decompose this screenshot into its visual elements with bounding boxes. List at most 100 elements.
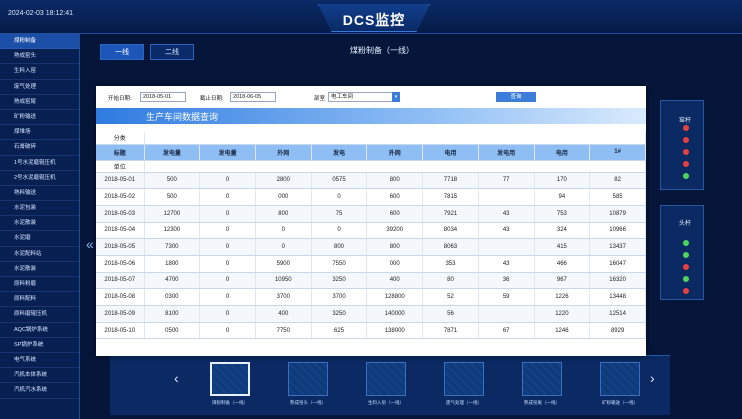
sidebar-item[interactable]: 1号水泥磨辊压机 (0, 156, 79, 171)
sidebar-item[interactable]: 原料粉磨 (0, 277, 79, 293)
table-cell: 000 (255, 188, 312, 206)
table-cell: 600 (366, 205, 424, 223)
sidebar-item[interactable]: 煤粉制备 (0, 34, 79, 50)
table-row: 2018-05-03 12700 0 800 75 600 7921 43 753 10879 (96, 205, 646, 223)
sidebar-item[interactable]: 汽机本体系统 (0, 368, 79, 384)
chevron-down-icon[interactable]: ▾ (392, 92, 400, 102)
sidebar-item[interactable]: 生料入窑 (0, 64, 79, 80)
table-cell: 0 (199, 222, 256, 240)
table-cell: 80 (422, 272, 479, 290)
end-date-input[interactable]: 2018-06-05 (230, 92, 276, 102)
table-cell: 8929 (589, 322, 646, 340)
sidebar-item[interactable]: 石膏破碎 (0, 140, 79, 156)
table-cell: 36 (478, 272, 535, 290)
table-cell: 3250 (311, 272, 368, 290)
table-cell: 7750 (255, 322, 312, 340)
table-cell: 1220 (534, 305, 591, 323)
table-cell: 000 (366, 255, 424, 273)
end-date-label: 截止日期: (200, 96, 224, 102)
table-cell: 0 (255, 222, 312, 240)
carousel-thumbnail[interactable] (366, 362, 406, 396)
category-row: 分类 (96, 132, 646, 145)
sidebar-item[interactable]: AQC锅炉系统 (0, 323, 79, 338)
table-row: 2018-05-06 1800 0 5900 7550 000 353 43 466 16047 (96, 255, 646, 273)
query-button[interactable]: 查询 (496, 92, 536, 102)
table-cell: 67 (478, 322, 535, 340)
table-cell: 7550 (311, 255, 368, 273)
sidebar-item[interactable]: 熟成窑头 (0, 49, 79, 65)
sidebar-item[interactable]: 电气系统 (0, 353, 79, 369)
table-cell: 7300 (144, 238, 201, 256)
table-cell: 0300 (144, 288, 201, 306)
table-cell: 16047 (589, 255, 646, 273)
sidebar-item[interactable]: 废气处理 (0, 80, 79, 95)
table-row: 2018-05-01 500 0 2800 0575 800 7718 77 170 82 (96, 172, 646, 190)
chevron-left-icon[interactable]: ‹ (174, 370, 179, 386)
table-cell: 400 (366, 272, 424, 290)
table-cell: 967 (534, 272, 591, 290)
tab-line-2[interactable]: 二线 (150, 44, 194, 60)
carousel-thumbnail[interactable] (288, 362, 328, 396)
carousel-thumbnail[interactable] (522, 362, 562, 396)
date-cell: 2018-05-10 (96, 322, 145, 340)
table-cell: 59 (478, 288, 535, 306)
start-date-input[interactable]: 2018-05-01 (140, 92, 186, 102)
column-header: 发电量 (144, 144, 201, 161)
panel-label: 头杆 (679, 221, 692, 227)
table-cell: 10966 (589, 222, 646, 240)
status-light (683, 137, 689, 143)
sidebar-item[interactable]: 熟成窑尾 (0, 95, 79, 110)
carousel-thumbnail[interactable] (210, 362, 250, 396)
table-cell: 56 (422, 305, 479, 323)
chevron-left-double-icon[interactable]: « (86, 236, 94, 252)
sidebar-item[interactable]: 水泥散装 (0, 262, 79, 277)
sidebar-item[interactable]: 水泥包装 (0, 201, 79, 217)
table-cell (478, 238, 535, 256)
table-cell: 13437 (589, 238, 646, 256)
sidebar-item[interactable]: 矿粉输送 (0, 110, 79, 126)
status-light (683, 161, 689, 167)
table-cell: 0 (199, 188, 256, 206)
table-cell: 400 (255, 305, 312, 323)
table-cell: 52 (422, 288, 479, 306)
department-select[interactable]: 电工车间 (328, 92, 396, 102)
carousel-thumbnail[interactable] (444, 362, 484, 396)
sidebar-item[interactable]: SP锅炉系统 (0, 338, 79, 353)
date-cell: 2018-05-03 (96, 205, 145, 223)
table-cell: 4700 (144, 272, 201, 290)
sidebar-item[interactable]: 水泥配料站 (0, 247, 79, 262)
chevron-right-icon[interactable]: › (650, 370, 655, 386)
table-cell: 324 (534, 222, 591, 240)
status-light (683, 276, 689, 282)
sidebar-item[interactable]: 煤堆场 (0, 125, 79, 141)
table-cell: 77 (478, 172, 535, 190)
sidebar-item[interactable]: 汽机汽水系统 (0, 383, 79, 399)
carousel-thumbnail[interactable] (600, 362, 640, 396)
table-cell: 3700 (255, 288, 312, 306)
status-light (683, 264, 689, 270)
status-light (683, 173, 689, 179)
sidebar-item[interactable]: 水泥散装 (0, 216, 79, 232)
table-cell: 800 (255, 205, 312, 223)
column-header: 发电 (311, 144, 368, 161)
sidebar-item[interactable]: 2号水泥磨辊压机 (0, 171, 79, 186)
column-header: 发电用 (478, 144, 535, 161)
table-cell: 353 (422, 255, 479, 273)
table-row: 2018-05-08 0300 0 3700 3700 128800 52 59 1226 134… (96, 288, 646, 306)
tab-line-1[interactable]: 一线 (100, 44, 144, 60)
table-row: 2018-05-07 4700 0 10950 3250 400 80 36 967 16320 (96, 272, 646, 290)
table-cell: 0 (199, 305, 256, 323)
table-cell: 138000 (366, 322, 424, 340)
date-cell: 2018-05-05 (96, 238, 145, 256)
table-cell: 8100 (144, 305, 201, 323)
sidebar-item[interactable]: 水泥磨 (0, 231, 79, 247)
sidebar-item[interactable]: 原料磨辊压机 (0, 307, 79, 323)
sidebar-item[interactable]: 熟料输送 (0, 186, 79, 202)
start-date-label: 开始日期: (108, 96, 132, 102)
column-header: 外网 (255, 144, 312, 161)
top-bar: 2024-02-03 18:12:41 DCS监控 (0, 0, 742, 34)
table-cell: 8063 (422, 238, 479, 256)
sidebar-item[interactable]: 原料配料 (0, 292, 79, 308)
table-cell: 2800 (255, 172, 312, 190)
table-cell: 0 (199, 322, 256, 340)
